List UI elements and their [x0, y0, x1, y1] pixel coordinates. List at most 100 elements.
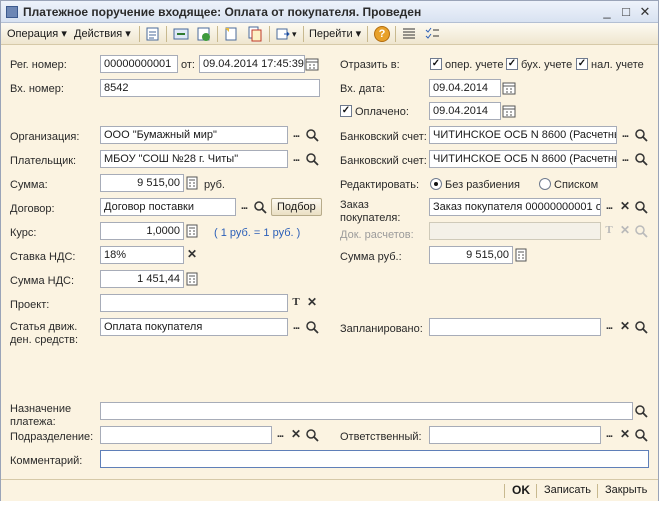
customer-order-label: Заказ покупателя: — [340, 199, 401, 224]
edit-list-label: Списком — [554, 179, 599, 191]
edit-list-radio[interactable] — [539, 178, 551, 190]
maximize-button[interactable]: □ — [618, 4, 634, 19]
paid-checkbox[interactable]: ✓ — [340, 105, 352, 117]
close-window-button[interactable]: ✕ — [637, 4, 653, 19]
toolbar: Операция ▾ Действия ▾ ▾ Перейти ▾ ? — [1, 23, 658, 45]
vat-sum-field[interactable]: 1 451,44 — [100, 270, 184, 288]
bottom-separator — [536, 484, 537, 498]
toolbar-separator — [217, 26, 218, 42]
rate-calculator-icon[interactable] — [184, 222, 200, 240]
document-icon — [6, 6, 18, 18]
vat-sum-calculator-icon[interactable] — [184, 270, 200, 288]
operation-menu[interactable]: Операция ▾ — [7, 26, 67, 42]
planned-field[interactable] — [429, 318, 601, 336]
purpose-search-icon[interactable] — [633, 402, 649, 420]
reflect-label: Отразить в: — [340, 59, 400, 71]
department-clear-icon[interactable]: ✕ — [288, 426, 304, 444]
customer-order-clear-icon[interactable]: ✕ — [617, 198, 633, 216]
structure-icon[interactable] — [173, 26, 189, 42]
sum-field[interactable]: 9 515,00 — [100, 174, 184, 192]
cashflow-select-button[interactable]: ... — [288, 318, 304, 336]
ok-button[interactable]: OK — [512, 483, 530, 497]
vat-sum-label: Сумма НДС: — [10, 275, 75, 287]
rate-hint-link[interactable]: ( 1 руб. = 1 руб. ) — [214, 227, 300, 239]
list-view-icon[interactable] — [401, 26, 417, 42]
reflect-oper-checkbox[interactable]: ✓ — [430, 58, 442, 70]
close-button[interactable]: Закрыть — [605, 484, 647, 496]
edit-no-split-radio[interactable] — [430, 178, 442, 190]
print-menu-arrow-icon[interactable]: ▾ — [292, 26, 297, 42]
bank-account-1-select-button[interactable]: ... — [617, 126, 633, 144]
checklist-icon[interactable] — [424, 26, 440, 42]
contract-select-button[interactable]: ... — [236, 198, 252, 216]
sum-rub-calculator-icon[interactable] — [513, 246, 529, 264]
sum-rub-field[interactable]: 9 515,00 — [429, 246, 513, 264]
create-on-basis-icon[interactable] — [223, 26, 239, 42]
in-date-calendar-icon[interactable] — [501, 79, 517, 97]
calculator-icon[interactable] — [184, 174, 200, 192]
bank-account-2-search-icon[interactable] — [633, 150, 649, 168]
reg-number-field[interactable]: 00000000001 — [100, 55, 178, 73]
minimize-button[interactable]: _ — [599, 4, 615, 19]
vat-rate-clear-icon[interactable]: ✕ — [184, 246, 200, 264]
reflect-nal-checkbox[interactable]: ✓ — [576, 58, 588, 70]
organization-label: Организация: — [10, 131, 80, 143]
text-edit-icon[interactable]: T — [288, 294, 304, 312]
radio-selected-dot — [434, 182, 438, 186]
bank-account-1-field[interactable]: ЧИТИНСКОЕ ОСБ N 8600 (Расчетный) — [429, 126, 617, 144]
cashflow-field[interactable]: Оплата покупателя — [100, 318, 288, 336]
responsible-select-button[interactable]: ... — [601, 426, 617, 444]
project-field[interactable] — [100, 294, 288, 312]
pick-button[interactable]: Подбор — [271, 198, 322, 216]
purpose-field[interactable] — [100, 402, 633, 420]
organization-field[interactable]: ООО "Бумажный мир" — [100, 126, 288, 144]
payer-search-icon[interactable] — [304, 150, 320, 168]
print-menu-icon[interactable] — [275, 26, 291, 42]
cashflow-search-icon[interactable] — [304, 318, 320, 336]
help-icon[interactable]: ? — [374, 26, 390, 42]
responsible-clear-icon[interactable]: ✕ — [617, 426, 633, 444]
vat-rate-field[interactable]: 18% — [100, 246, 184, 264]
actions-menu[interactable]: Действия ▾ — [74, 26, 131, 42]
in-number-label: Вх. номер: — [10, 83, 64, 95]
from-label: от: — [181, 59, 195, 71]
customer-order-select-button[interactable]: ... — [601, 198, 617, 216]
organization-select-button[interactable]: ... — [288, 126, 304, 144]
planned-clear-icon[interactable]: ✕ — [617, 318, 633, 336]
department-select-button[interactable]: ... — [272, 426, 288, 444]
organization-search-icon[interactable] — [304, 126, 320, 144]
in-date-field[interactable]: 09.04.2014 — [429, 79, 501, 97]
bank-account-1-search-icon[interactable] — [633, 126, 649, 144]
post-document-icon[interactable] — [145, 26, 161, 42]
customer-order-field[interactable]: Заказ покупателя 00000000001 от — [429, 198, 601, 216]
calendar-icon[interactable] — [304, 55, 320, 73]
bank-account-2-select-button[interactable]: ... — [617, 150, 633, 168]
in-number-field[interactable]: 8542 — [100, 79, 320, 97]
copy-document-icon[interactable] — [247, 26, 263, 42]
project-clear-icon[interactable]: ✕ — [304, 294, 320, 312]
bank-account-2-field[interactable]: ЧИТИНСКОЕ ОСБ N 8600 (Расчетный) — [429, 150, 617, 168]
responsible-search-icon[interactable] — [633, 426, 649, 444]
contract-search-icon[interactable] — [252, 198, 268, 216]
reflect-buh-checkbox[interactable]: ✓ — [506, 58, 518, 70]
save-button[interactable]: Записать — [544, 484, 591, 496]
date-field[interactable]: 09.04.2014 17:45:39 — [199, 55, 305, 73]
planned-search-icon[interactable] — [633, 318, 649, 336]
rate-field[interactable]: 1,0000 — [100, 222, 184, 240]
go-menu[interactable]: Перейти ▾ — [309, 26, 361, 42]
refresh-icon[interactable] — [196, 26, 212, 42]
payer-field[interactable]: МБОУ "СОШ №28 г. Читы" — [100, 150, 288, 168]
paid-date-calendar-icon[interactable] — [501, 102, 517, 120]
bottom-bar: OK Записать Закрыть — [1, 479, 658, 501]
planned-select-button[interactable]: ... — [601, 318, 617, 336]
payer-select-button[interactable]: ... — [288, 150, 304, 168]
paid-date-field[interactable]: 09.04.2014 — [429, 102, 501, 120]
cashflow-label-line1: Статья движ. — [10, 321, 78, 333]
cashflow-label-line2: ден. средств: — [10, 334, 79, 346]
comment-field[interactable] — [100, 450, 649, 468]
customer-order-search-icon[interactable] — [633, 198, 649, 216]
department-field[interactable] — [100, 426, 272, 444]
responsible-field[interactable] — [429, 426, 601, 444]
contract-field[interactable]: Договор поставки — [100, 198, 236, 216]
department-search-icon[interactable] — [304, 426, 320, 444]
